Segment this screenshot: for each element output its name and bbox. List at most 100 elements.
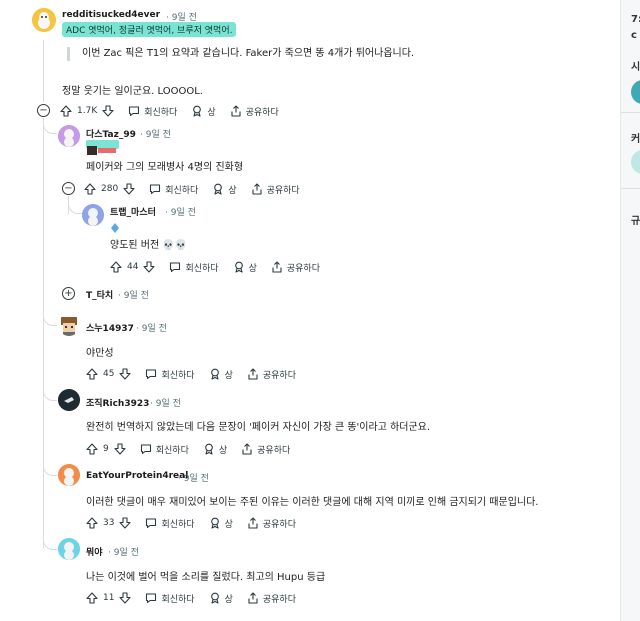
share-button[interactable]: 공유하다 <box>271 261 320 274</box>
comment-icon <box>145 592 157 604</box>
share-label: 공유하다 <box>262 519 296 530</box>
reply-button[interactable]: 회신하다 <box>145 592 195 605</box>
comment-icon <box>145 368 157 380</box>
upvote-icon[interactable] <box>86 517 98 529</box>
vote-count: 45 <box>103 369 115 379</box>
sidebar-divider <box>621 112 640 113</box>
downvote-icon[interactable] <box>119 368 132 380</box>
comment-actions: 33 회신하다 상 공유하다 <box>86 514 310 532</box>
thread-elbow <box>68 196 82 214</box>
award-button[interactable]: 상 <box>209 592 233 605</box>
downvote-icon[interactable] <box>143 261 156 273</box>
reply-label: 회신하다 <box>161 370 195 381</box>
comment-body: 양도된 버전 💀💀 <box>110 240 188 251</box>
avatar[interactable] <box>58 464 80 486</box>
avatar[interactable] <box>58 538 80 560</box>
thread-elbow <box>43 310 57 326</box>
downvote-icon[interactable] <box>114 443 126 455</box>
award-button[interactable]: 상 <box>191 105 216 118</box>
comment-icon <box>145 517 157 529</box>
downvote-icon[interactable] <box>119 592 132 604</box>
thread-elbow <box>43 460 57 476</box>
downvote-icon[interactable] <box>102 105 114 117</box>
share-button[interactable]: 공유하다 <box>251 183 300 196</box>
sidebar-text: c <box>631 30 637 41</box>
avatar[interactable] <box>82 204 104 226</box>
username[interactable]: 조직Rich3923 <box>86 396 149 409</box>
username[interactable]: T_타치 <box>86 288 113 301</box>
avatar[interactable] <box>58 125 80 147</box>
upvote-icon[interactable] <box>110 261 122 273</box>
share-button[interactable]: 공유하다 <box>247 517 296 530</box>
reply-button[interactable]: 회신하다 <box>145 368 195 381</box>
comment-actions: 44 회신하다 상 공유하다 <box>110 258 334 276</box>
upvote-icon[interactable] <box>86 368 98 380</box>
thread-elbow <box>43 534 57 550</box>
avatar[interactable] <box>58 314 80 336</box>
vote-control: 280 <box>84 183 135 195</box>
sidebar-section-label: 규 <box>631 216 640 227</box>
award-button[interactable]: 상 <box>233 261 257 274</box>
vote-control: 44 <box>110 261 156 273</box>
thread-line-root[interactable] <box>43 40 44 102</box>
sidebar-community-icon[interactable] <box>631 150 640 174</box>
sidebar-community-icon[interactable] <box>631 80 640 104</box>
comment-body: 나는 이것에 벌어 먹을 소리를 질렀다. 최고의 Hupu 등급 <box>86 572 326 583</box>
upvote-icon[interactable] <box>86 443 98 455</box>
share-icon <box>247 592 259 604</box>
award-button[interactable]: 상 <box>209 368 233 381</box>
username[interactable]: 트랩_마스터 <box>110 205 156 218</box>
award-label: 상 <box>248 263 257 274</box>
username[interactable]: EatYourProtein4real <box>86 471 188 481</box>
share-icon <box>247 368 259 380</box>
comment-icon <box>140 443 152 455</box>
username[interactable]: redditisucked4ever <box>62 10 160 20</box>
username[interactable]: 스누14937 <box>86 321 134 334</box>
award-icon <box>233 261 245 273</box>
collapse-toggle[interactable]: − <box>37 104 50 117</box>
collapse-glyph: − <box>64 183 73 194</box>
comment-time: · 9일 전 <box>118 291 149 301</box>
reply-button[interactable]: 회신하다 <box>145 517 195 530</box>
sidebar-section-label: 커 <box>631 134 640 145</box>
award-icon <box>212 183 224 195</box>
share-button[interactable]: 공유하다 <box>247 368 296 381</box>
comment-body: 야만성 <box>86 348 114 359</box>
reply-button[interactable]: 회신하다 <box>169 261 219 274</box>
award-button[interactable]: 상 <box>212 183 237 196</box>
reply-button[interactable]: 회신하다 <box>149 183 198 196</box>
share-button[interactable]: 공유하다 <box>241 443 290 456</box>
award-label: 상 <box>218 445 228 456</box>
reply-button[interactable]: 회신하다 <box>140 443 189 456</box>
collapse-toggle[interactable]: − <box>62 182 75 195</box>
user-flair: ADC 엿먹어, 정글러 엿먹어, 브루저 엿먹어. <box>62 22 237 37</box>
time-text: 9일 전 <box>183 474 209 484</box>
upvote-icon[interactable] <box>84 183 96 195</box>
username[interactable]: 다스Taz_99 <box>86 127 136 140</box>
avatar[interactable] <box>58 389 80 411</box>
vote-control: 11 <box>86 592 132 604</box>
thread-line-level1[interactable] <box>43 118 44 548</box>
award-button[interactable]: 상 <box>209 517 233 530</box>
expand-toggle[interactable]: + <box>62 287 75 300</box>
comment-body: 페이커와 그의 모래병사 4명의 진화형 <box>86 162 244 173</box>
upvote-icon[interactable] <box>60 105 72 117</box>
reply-button[interactable]: 회신하다 <box>128 105 177 118</box>
username[interactable]: 뭐야 <box>86 545 103 558</box>
avatar[interactable] <box>32 8 56 32</box>
collapse-glyph: − <box>39 105 48 116</box>
vote-control: 33 <box>86 517 132 529</box>
share-button[interactable]: 공유하다 <box>247 592 296 605</box>
award-label: 상 <box>228 185 237 196</box>
award-button[interactable]: 상 <box>203 443 227 456</box>
downvote-icon[interactable] <box>119 517 132 529</box>
downvote-icon[interactable] <box>123 183 135 195</box>
comment-time: · 9일 전 <box>140 130 171 140</box>
vote-count: 1.7K <box>77 106 98 116</box>
share-label: 공유하다 <box>266 185 300 196</box>
thread-elbow <box>43 118 57 134</box>
comment-actions: 9 회신하다 상 공유하다 <box>86 440 304 458</box>
share-button[interactable]: 공유하다 <box>230 105 279 118</box>
upvote-icon[interactable] <box>86 592 98 604</box>
vote-count: 33 <box>103 518 115 528</box>
